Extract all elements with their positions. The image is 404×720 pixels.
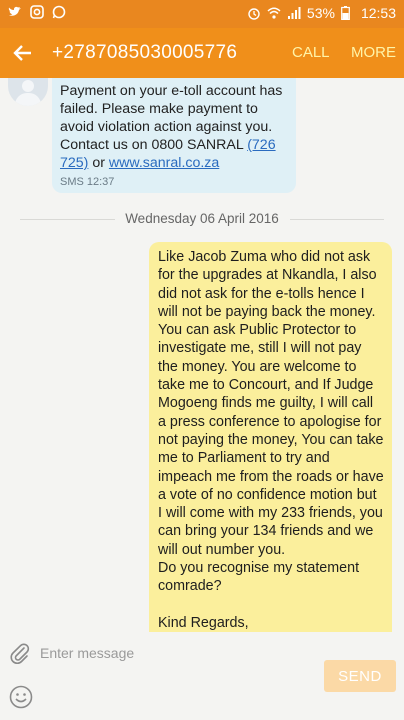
twitter-icon [8,5,22,19]
website-link[interactable]: www.sanral.co.za [109,155,219,171]
battery-percent: 53% [306,5,335,21]
incoming-message-time: SMS 12:37 [60,176,115,188]
instagram-icon [30,5,44,19]
outgoing-message-bubble[interactable]: Like Jacob Zuma who did not ask for the … [149,242,392,649]
emoji-icon[interactable] [8,684,34,710]
more-button[interactable]: MORE [351,44,396,61]
send-button[interactable]: SEND [324,660,396,692]
signal-icon [287,6,301,20]
back-arrow-icon[interactable] [10,40,36,66]
date-separator: Wednesday 06 April 2016 [0,210,404,230]
whatsapp-icon [52,5,66,19]
contact-avatar[interactable] [8,78,48,106]
incoming-message-bubble[interactable]: Payment on your e-toll account has faile… [52,78,296,193]
call-button[interactable]: CALL [292,44,330,61]
wifi-icon [267,6,281,20]
outgoing-message-text: Like Jacob Zuma who did not ask for the … [158,249,384,649]
app-bar: +2787085030005776 CALL MORE [0,28,404,78]
message-input[interactable] [40,640,310,666]
alarm-icon [247,6,261,20]
battery-icon [341,6,355,21]
incoming-message-text: Payment on your e-toll account has faile… [60,83,283,171]
contact-number: +2787085030005776 [52,42,238,63]
status-bar: 53% 12:53 [0,0,404,28]
clock-time: 12:53 [360,5,396,21]
attachment-icon[interactable] [8,642,32,666]
